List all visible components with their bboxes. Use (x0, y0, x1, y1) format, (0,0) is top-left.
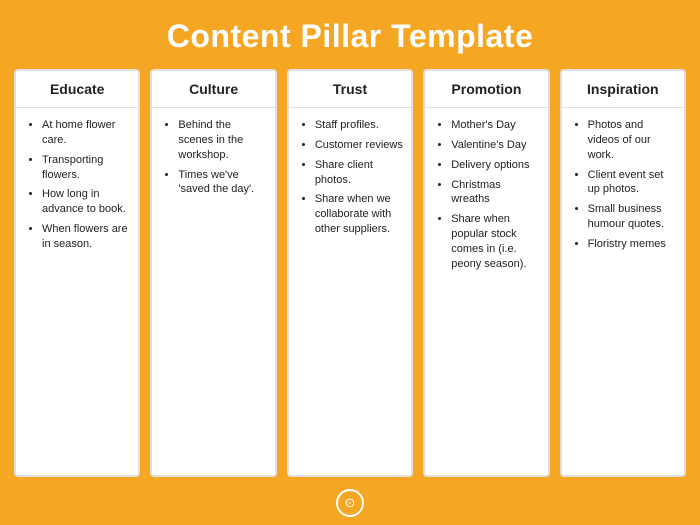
list-item: Share when popular stock comes in (i.e. … (451, 212, 539, 271)
list-item: When flowers are in season. (42, 222, 130, 252)
pillar-title-inspiration: Inspiration (587, 81, 659, 97)
pillar-body-inspiration: Photos and videos of our work. Client eve… (562, 108, 684, 475)
list-item: Valentine's Day (451, 138, 539, 153)
pillar-title-promotion: Promotion (451, 81, 521, 97)
pillar-inspiration: Inspiration Photos and videos of our work… (560, 69, 686, 477)
pillar-trust: Trust Staff profiles. Customer reviews Shar… (287, 69, 413, 477)
list-item: Times we've 'saved the day'. (178, 168, 266, 198)
list-item: Mother's Day (451, 118, 539, 133)
pillar-title-trust: Trust (333, 81, 367, 97)
list-item: Delivery options (451, 158, 539, 173)
pillar-body-educate: At home flower care. Transporting flowers… (16, 108, 138, 475)
list-item: Staff profiles. (315, 118, 403, 133)
list-item: Photos and videos of our work. (588, 118, 676, 163)
pillar-educate: Educate At home flower care. Transporting … (14, 69, 140, 477)
pillar-culture: Culture Behind the scenes in the workshop… (150, 69, 276, 477)
footer: ⊙ (0, 485, 700, 525)
list-item: Share when we collaborate with other sup… (315, 192, 403, 237)
list-item: Transporting flowers. (42, 153, 130, 183)
list-item: At home flower care. (42, 118, 130, 148)
list-item: Client event set up photos. (588, 168, 676, 198)
pillar-promotion: Promotion Mother's Day Valentine's Day Deli… (423, 69, 549, 477)
pillar-body-promotion: Mother's Day Valentine's Day Delivery opti… (425, 108, 547, 475)
pillar-header-inspiration: Inspiration (562, 71, 684, 108)
pillar-title-culture: Culture (189, 81, 238, 97)
list-item: Behind the scenes in the workshop. (178, 118, 266, 163)
pillar-header-educate: Educate (16, 71, 138, 108)
pillar-title-educate: Educate (50, 81, 104, 97)
pillar-body-trust: Staff profiles. Customer reviews Share cli… (289, 108, 411, 475)
page-title: Content Pillar Template (0, 0, 700, 69)
list-item: How long in advance to book. (42, 187, 130, 217)
pillar-body-culture: Behind the scenes in the workshop. Times … (152, 108, 274, 475)
list-item: Customer reviews (315, 138, 403, 153)
list-item: Floristry memes (588, 237, 676, 252)
pillar-header-promotion: Promotion (425, 71, 547, 108)
list-item: Share client photos. (315, 158, 403, 188)
pillar-header-trust: Trust (289, 71, 411, 108)
list-item: Small business humour quotes. (588, 202, 676, 232)
pillar-header-culture: Culture (152, 71, 274, 108)
pillars-container: Educate At home flower care. Transporting … (0, 69, 700, 485)
footer-icon: ⊙ (336, 489, 364, 517)
list-item: Christmas wreaths (451, 178, 539, 208)
